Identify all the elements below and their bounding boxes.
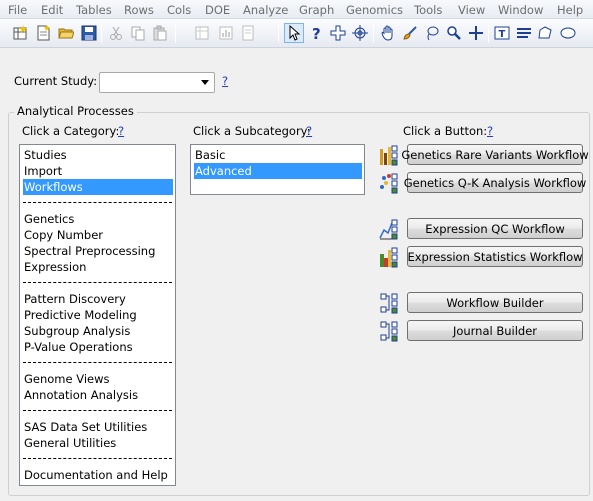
journal-builder-button[interactable]: Journal Builder bbox=[407, 320, 583, 341]
help-question-icon[interactable]: ? bbox=[306, 23, 326, 43]
category-help-link[interactable]: ? bbox=[118, 124, 124, 138]
menu-tables[interactable]: Tables bbox=[76, 3, 112, 17]
crosshairs-plus-icon[interactable] bbox=[466, 23, 486, 43]
polygon-icon[interactable] bbox=[535, 23, 555, 43]
category-subgroup-analysis[interactable]: Subgroup Analysis bbox=[23, 323, 130, 339]
menu-genomics[interactable]: Genomics bbox=[346, 3, 403, 17]
menu-view[interactable]: View bbox=[458, 3, 485, 17]
subcategory-list[interactable]: Basic Advanced bbox=[190, 144, 365, 195]
menu-doe[interactable]: DOE bbox=[205, 3, 230, 17]
subcategory-help-link[interactable]: ? bbox=[306, 124, 312, 138]
menu-analyze[interactable]: Analyze bbox=[243, 3, 288, 17]
category-expression[interactable]: Expression bbox=[23, 259, 86, 275]
workflow-builder-button[interactable]: Workflow Builder bbox=[407, 292, 583, 313]
crosshair-icon[interactable] bbox=[350, 23, 370, 43]
arrow-pointer-icon[interactable] bbox=[284, 23, 304, 43]
subcategory-header: Click a Subcategory: bbox=[193, 124, 311, 138]
journal-builder-icon bbox=[380, 321, 398, 342]
list-separator bbox=[23, 282, 172, 283]
new-data-table-icon[interactable] bbox=[10, 23, 30, 43]
toolbar-separator bbox=[488, 24, 489, 43]
button-help-link[interactable]: ? bbox=[487, 124, 493, 138]
menu-tools[interactable]: Tools bbox=[414, 3, 442, 17]
list-separator bbox=[23, 458, 172, 459]
genetics-qk-analysis-workflow-button[interactable]: Genetics Q-K Analysis Workflow bbox=[404, 172, 586, 193]
menu-bar: File Edit Tables Rows Cols DOE Analyze G… bbox=[0, 0, 593, 19]
subcategory-advanced[interactable]: Advanced bbox=[194, 163, 362, 179]
oval-icon[interactable] bbox=[558, 23, 578, 43]
chevron-down-icon bbox=[201, 80, 209, 85]
category-p-value-operations[interactable]: P-Value Operations bbox=[23, 339, 133, 355]
category-workflows[interactable]: Workflows bbox=[23, 179, 173, 195]
lasso-icon[interactable] bbox=[422, 23, 442, 43]
menu-graph[interactable]: Graph bbox=[299, 3, 334, 17]
current-study-help-link[interactable]: ? bbox=[222, 74, 228, 88]
annotate-text-icon[interactable]: T bbox=[492, 23, 512, 43]
category-list[interactable]: Studies Import Workflows Genetics Copy N… bbox=[19, 144, 176, 486]
category-annotation-analysis[interactable]: Annotation Analysis bbox=[23, 387, 138, 403]
toolbar: ? T bbox=[0, 19, 593, 48]
menu-cols[interactable]: Cols bbox=[167, 3, 191, 17]
toolbar-separator bbox=[175, 24, 176, 43]
current-study-dropdown[interactable] bbox=[99, 72, 215, 93]
new-script-icon[interactable] bbox=[33, 23, 53, 43]
cut-icon[interactable] bbox=[106, 23, 126, 43]
svg-text:?: ? bbox=[312, 25, 321, 41]
report-icon[interactable] bbox=[216, 23, 236, 43]
category-import[interactable]: Import bbox=[23, 163, 62, 179]
category-spectral-preprocessing[interactable]: Spectral Preprocessing bbox=[23, 243, 155, 259]
expression-statistics-workflow-button[interactable]: Expression Statistics Workflow bbox=[407, 246, 583, 267]
category-genetics[interactable]: Genetics bbox=[23, 211, 74, 227]
copy-icon[interactable] bbox=[128, 23, 148, 43]
category-pattern-discovery[interactable]: Pattern Discovery bbox=[23, 291, 126, 307]
list-separator bbox=[23, 410, 172, 411]
expression-qc-icon bbox=[379, 219, 398, 240]
toolbar-separator bbox=[278, 24, 279, 43]
category-studies[interactable]: Studies bbox=[23, 147, 67, 163]
genetics-rare-variants-icon bbox=[380, 145, 398, 166]
category-sas-data-set-utilities[interactable]: SAS Data Set Utilities bbox=[23, 419, 147, 435]
genetics-qk-analysis-icon bbox=[380, 173, 398, 194]
category-genome-views[interactable]: Genome Views bbox=[23, 371, 110, 387]
category-copy-number[interactable]: Copy Number bbox=[23, 227, 103, 243]
selection-cross-icon[interactable] bbox=[328, 23, 348, 43]
category-documentation-and-help[interactable]: Documentation and Help bbox=[23, 467, 168, 483]
data-table-icon[interactable] bbox=[192, 23, 212, 43]
category-predictive-modeling[interactable]: Predictive Modeling bbox=[23, 307, 137, 323]
menu-window[interactable]: Window bbox=[498, 3, 543, 17]
menu-rows[interactable]: Rows bbox=[124, 3, 154, 17]
analytical-processes-title: Analytical Processes bbox=[14, 104, 137, 118]
paste-icon[interactable] bbox=[150, 23, 170, 43]
list-separator bbox=[23, 362, 172, 363]
category-general-utilities[interactable]: General Utilities bbox=[23, 435, 116, 451]
svg-text:T: T bbox=[499, 29, 506, 40]
genetics-rare-variants-workflow-button[interactable]: Genetics Rare Variants Workflow bbox=[401, 144, 589, 165]
line-icon[interactable] bbox=[514, 23, 534, 43]
toolbar-separator bbox=[101, 24, 102, 43]
brush-icon[interactable] bbox=[400, 23, 420, 43]
menu-help[interactable]: Help bbox=[557, 3, 583, 17]
current-study-label: Current Study: bbox=[14, 74, 98, 88]
expression-qc-workflow-button[interactable]: Expression QC Workflow bbox=[407, 218, 583, 239]
journal-icon[interactable] bbox=[238, 23, 258, 43]
toolbar-separator bbox=[373, 24, 374, 43]
save-icon[interactable] bbox=[79, 23, 99, 43]
workflow-builder-icon bbox=[380, 293, 398, 314]
button-header: Click a Button: bbox=[403, 124, 488, 138]
list-separator bbox=[23, 202, 172, 203]
expression-statistics-icon bbox=[380, 247, 398, 268]
grabber-hand-icon[interactable] bbox=[378, 23, 398, 43]
open-folder-icon[interactable] bbox=[56, 23, 76, 43]
menu-edit[interactable]: Edit bbox=[41, 3, 63, 17]
menu-file[interactable]: File bbox=[8, 3, 27, 17]
magnifier-icon[interactable] bbox=[444, 23, 464, 43]
subcategory-basic[interactable]: Basic bbox=[194, 147, 225, 163]
category-header: Click a Category: bbox=[22, 124, 120, 138]
